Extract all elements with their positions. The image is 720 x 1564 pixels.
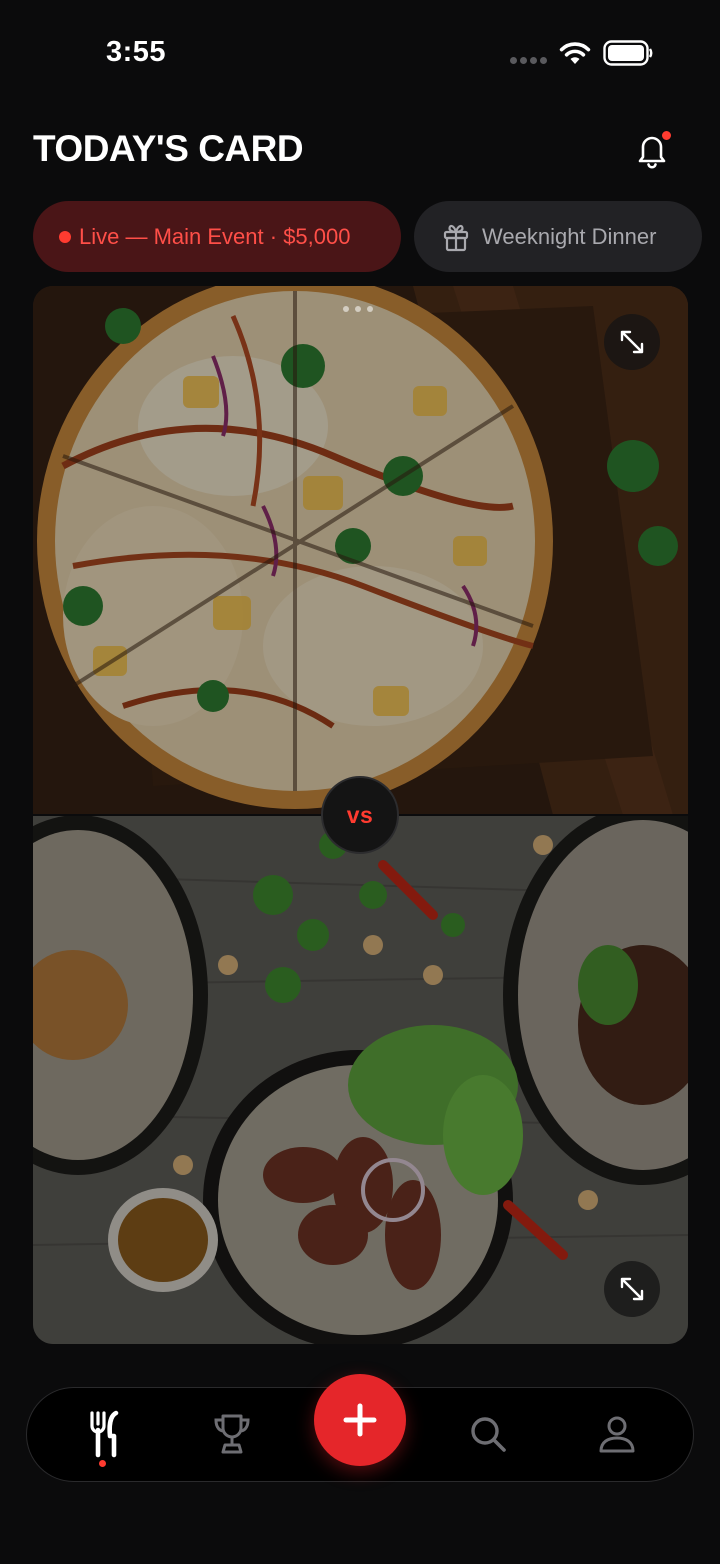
expand-icon xyxy=(620,330,644,354)
status-time: 3:55 xyxy=(106,36,167,68)
battery-icon xyxy=(603,40,653,66)
photo-pager xyxy=(343,306,379,314)
search-icon xyxy=(471,1417,506,1452)
pizza-photo[interactable] xyxy=(33,286,688,815)
profile-icon xyxy=(599,1416,635,1453)
plus-icon xyxy=(343,1403,377,1437)
active-tab-indicator xyxy=(99,1460,106,1467)
expand-icon xyxy=(620,1277,644,1301)
weeknight-dinner-label: Weeknight Dinner xyxy=(482,223,657,249)
cellular-signal-icon xyxy=(510,57,548,65)
tab-leaderboard[interactable] xyxy=(192,1388,272,1480)
add-button[interactable] xyxy=(314,1374,406,1466)
trophy-icon xyxy=(214,1414,250,1454)
gift-icon xyxy=(443,224,469,251)
live-event-chip[interactable]: Live — Main Event · $5,000 xyxy=(33,201,401,272)
notification-badge xyxy=(661,130,672,141)
fork-knife-icon xyxy=(90,1410,119,1458)
tab-search[interactable] xyxy=(448,1388,528,1480)
expand-top-button[interactable] xyxy=(604,314,660,370)
vs-badge: vs xyxy=(321,776,399,854)
tab-menu[interactable] xyxy=(66,1388,146,1480)
live-dot-icon xyxy=(59,230,71,243)
weeknight-dinner-chip[interactable]: Weeknight Dinner xyxy=(414,201,702,272)
steak-salad-photo[interactable] xyxy=(33,815,688,1344)
wifi-icon xyxy=(559,42,591,64)
live-event-label: Live — Main Event · $5,000 xyxy=(79,223,351,249)
status-bar: 3:55 xyxy=(0,0,720,100)
page-title: TODAY'S CARD xyxy=(33,128,304,169)
tab-profile[interactable] xyxy=(577,1388,657,1480)
expand-bottom-button[interactable] xyxy=(604,1261,660,1317)
